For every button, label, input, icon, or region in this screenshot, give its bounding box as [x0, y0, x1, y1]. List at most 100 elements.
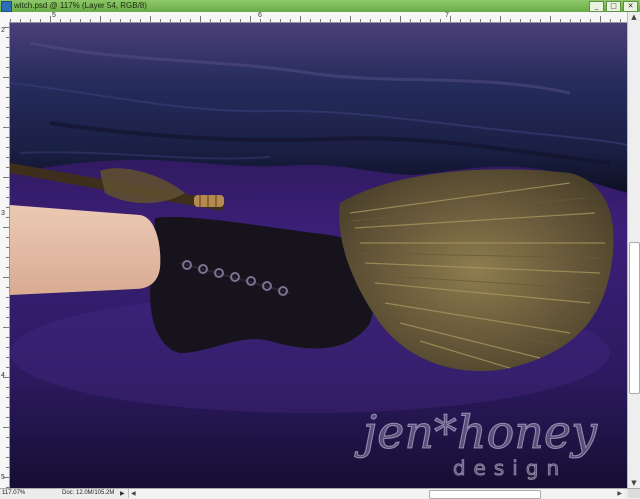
ruler-tick	[180, 19, 181, 22]
ruler-tick	[120, 19, 121, 22]
ruler-tick	[3, 327, 9, 328]
ruler-tick	[490, 19, 491, 22]
window-title: witch.psd @ 117% (Layer 54, RGB/8)	[14, 1, 147, 10]
ruler-tick	[200, 16, 201, 22]
ruler-number: 5	[52, 12, 56, 19]
ruler-tick	[540, 19, 541, 22]
ruler-tick	[6, 437, 9, 438]
ruler-tick	[6, 117, 9, 118]
ruler-tick	[6, 407, 9, 408]
ruler-tick	[20, 19, 21, 22]
ruler-tick	[70, 19, 71, 22]
ruler-tick	[570, 19, 571, 22]
ruler-tick	[6, 167, 9, 168]
ruler-tick	[3, 177, 9, 178]
scroll-up-arrow-icon[interactable]: ▲	[629, 12, 639, 22]
ruler-tick	[50, 16, 51, 22]
ruler-tick	[6, 387, 9, 388]
ruler-tick	[6, 97, 9, 98]
ruler-number: 3	[1, 210, 5, 217]
ruler-tick	[370, 19, 371, 22]
ruler-tick	[310, 19, 311, 22]
ruler-tick	[6, 137, 9, 138]
ruler-tick	[6, 157, 9, 158]
ruler-tick	[210, 19, 211, 22]
ruler-tick	[470, 19, 471, 22]
ruler-tick	[390, 19, 391, 22]
close-button[interactable]: ✕	[623, 1, 638, 12]
ruler-tick	[620, 19, 621, 22]
ruler-tick	[580, 19, 581, 22]
ruler-tick	[6, 337, 9, 338]
ruler-tick	[610, 19, 611, 22]
ruler-tick	[110, 19, 111, 22]
ruler-tick	[6, 57, 9, 58]
ruler-tick	[3, 277, 9, 278]
scroll-right-arrow-icon[interactable]: ▶	[617, 489, 622, 498]
ruler-tick	[6, 347, 9, 348]
ruler-tick	[270, 19, 271, 22]
ruler-tick	[80, 19, 81, 22]
ruler-tick	[3, 477, 9, 478]
ruler-tick	[520, 19, 521, 22]
ruler-tick	[6, 447, 9, 448]
scroll-down-arrow-icon[interactable]: ▼	[629, 478, 639, 488]
ruler-tick	[380, 19, 381, 22]
ruler-tick	[500, 16, 501, 22]
ruler-number: 6	[258, 12, 262, 19]
ruler-tick	[330, 19, 331, 22]
ruler-tick	[6, 187, 9, 188]
ruler-tick	[560, 19, 561, 22]
ruler-tick	[90, 19, 91, 22]
ruler-tick	[340, 19, 341, 22]
ruler-tick	[600, 16, 601, 22]
ruler-tick	[250, 16, 251, 22]
ruler-tick	[6, 37, 9, 38]
ruler-tick	[6, 307, 9, 308]
ruler-tick	[6, 257, 9, 258]
zoom-level-field[interactable]: 117.07%	[2, 489, 25, 498]
witch-leg	[10, 205, 161, 295]
ruler-tick	[530, 19, 531, 22]
ruler-tick	[3, 377, 9, 378]
horizontal-scrollbar[interactable]: ◀ ▶	[128, 489, 625, 499]
ruler-tick	[30, 19, 31, 22]
ruler-tick	[60, 19, 61, 22]
ruler-tick	[3, 77, 9, 78]
watermark-text: jen*honey	[354, 405, 598, 459]
ruler-tick	[480, 19, 481, 22]
ruler-tick	[6, 267, 9, 268]
ruler-tick	[3, 427, 9, 428]
info-menu-arrow-icon[interactable]: ▶	[120, 489, 125, 498]
ruler-tick	[6, 47, 9, 48]
ruler-tick	[170, 19, 171, 22]
vertical-scrollbar[interactable]: ▲ ▼	[627, 12, 640, 488]
vertical-ruler[interactable]: 2 3 4 5	[0, 22, 10, 488]
ruler-tick	[6, 397, 9, 398]
horizontal-ruler[interactable]: 5 6 7	[0, 12, 628, 23]
ruler-tick	[10, 19, 11, 22]
ruler-tick	[450, 16, 451, 22]
ruler-tick	[360, 19, 361, 22]
ruler-tick	[550, 16, 551, 22]
ruler-tick	[6, 207, 9, 208]
scroll-left-arrow-icon[interactable]: ◀	[131, 489, 136, 498]
ruler-tick	[440, 19, 441, 22]
resize-corner[interactable]	[628, 489, 640, 498]
document-canvas[interactable]: jen*honey design	[10, 23, 628, 488]
ruler-tick	[430, 19, 431, 22]
ruler-tick	[150, 16, 151, 22]
ruler-tick	[190, 19, 191, 22]
ruler-tick	[6, 417, 9, 418]
ruler-tick	[6, 317, 9, 318]
ruler-tick	[100, 16, 101, 22]
ruler-tick	[240, 19, 241, 22]
maximize-button[interactable]: □	[606, 1, 621, 12]
ruler-tick	[220, 19, 221, 22]
window-controls: _ □ ✕	[589, 1, 638, 12]
scrollbar-thumb[interactable]	[629, 242, 640, 394]
ruler-tick	[6, 67, 9, 68]
minimize-button[interactable]: _	[589, 1, 604, 12]
ruler-tick	[320, 19, 321, 22]
ruler-tick	[6, 147, 9, 148]
